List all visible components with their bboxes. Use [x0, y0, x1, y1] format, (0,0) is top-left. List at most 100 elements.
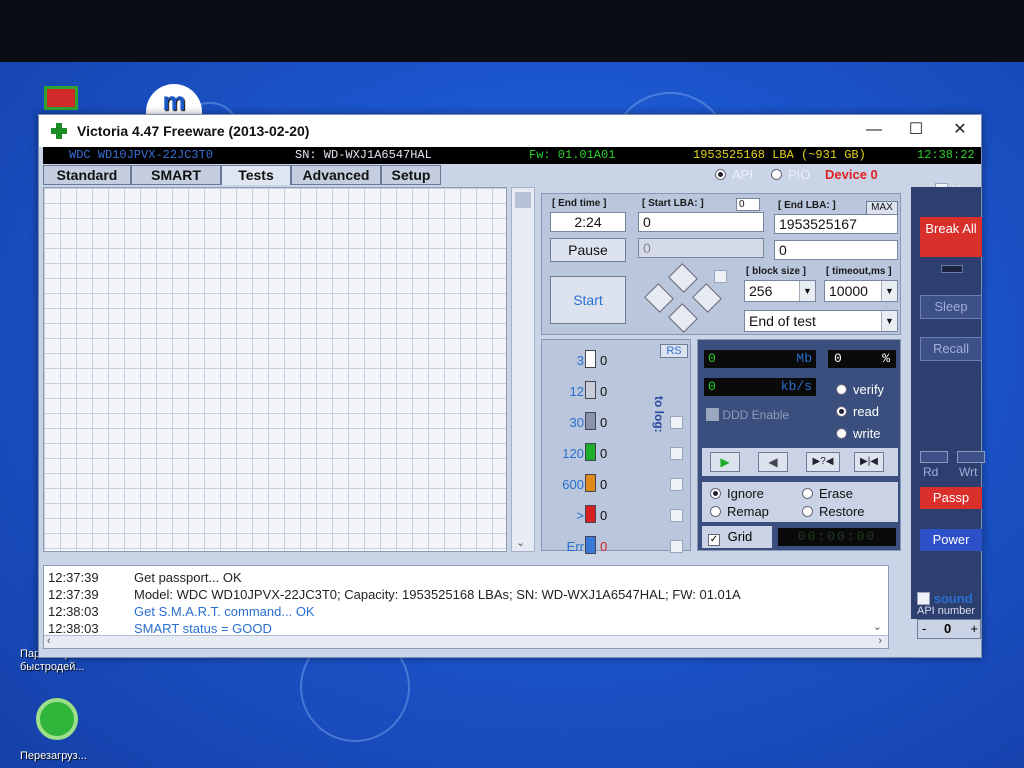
tab-smart[interactable]: SMART [131, 165, 221, 185]
log-time: 12:37:39 [48, 570, 99, 585]
sound-checkbox[interactable]: sound [917, 591, 973, 606]
maximize-button[interactable]: ☐ [901, 119, 931, 141]
pio-mode-radio[interactable]: PIO [771, 167, 810, 182]
block-size-label: [ block size ] [746, 266, 807, 277]
timeout-select[interactable]: 10000 ▼ [824, 280, 898, 302]
skip-button[interactable]: ▶?◀ [806, 452, 840, 472]
block-count: 0 [600, 539, 608, 554]
end-lba-label: [ End LBA: ] [778, 200, 836, 211]
block-color-swatch [585, 505, 596, 523]
scroll-down-icon[interactable]: ⌄ [516, 536, 525, 549]
tab-standard[interactable]: Standard [43, 165, 131, 185]
log-panel: 12:37:39 Get passport... OK 12:37:39 Model:… [43, 565, 889, 649]
log-message: SMART status = GOOD [134, 621, 272, 636]
block-timing-label: 30 [569, 415, 584, 430]
minimize-button[interactable]: — [859, 119, 889, 141]
back-button[interactable]: ◀ [758, 452, 788, 472]
end-time-label: [ End time ] [552, 198, 607, 209]
scroll-right-icon: › [878, 635, 882, 647]
log-message: Get S.M.A.R.T. command... OK [134, 604, 315, 619]
remap-radio[interactable]: Remap [710, 504, 769, 519]
to-log-label: to log: [652, 396, 666, 433]
nav-right-icon[interactable] [692, 283, 722, 313]
percent-display: 0 % [828, 350, 896, 368]
block-timing-row: 120 0 [542, 443, 612, 463]
log-hscrollbar[interactable]: ‹ › [44, 635, 888, 648]
victoria-window: Victoria 4.47 Freeware (2013-02-20) — ☐ … [38, 114, 985, 658]
nav-left-icon[interactable] [644, 283, 674, 313]
speed-display: 0 kb/s [704, 378, 816, 396]
current-lba-field: 0 [638, 238, 764, 258]
block-color-swatch [585, 350, 596, 368]
verify-radio[interactable]: verify [836, 382, 884, 397]
ignore-radio[interactable]: Ignore [710, 486, 764, 501]
pad-checkbox[interactable] [714, 270, 727, 283]
block-color-swatch [585, 474, 596, 492]
api-number-stepper[interactable]: - 0 + [917, 619, 981, 639]
to-log-checkbox[interactable] [670, 447, 683, 460]
chevron-down-icon: ▼ [881, 281, 897, 301]
restore-radio[interactable]: Restore [802, 504, 865, 519]
window-title: Victoria 4.47 Freeware (2013-02-20) [77, 123, 310, 139]
log-message: Get passport... OK [134, 570, 242, 585]
log-time: 12:37:39 [48, 587, 99, 602]
rd-indicator [920, 451, 948, 463]
start-lba-field[interactable]: 0 [638, 212, 764, 232]
chevron-down-icon: ▼ [799, 281, 815, 301]
erase-radio[interactable]: Erase [802, 486, 853, 501]
block-timing-label: 3 [576, 353, 584, 368]
to-log-checkbox[interactable] [670, 416, 683, 429]
play-button[interactable]: ▶ [710, 452, 740, 472]
drive-serial: SN: WD-WXJ1A6547HAL [295, 148, 432, 162]
break-all-button[interactable]: Break All [920, 217, 982, 257]
max-lba-button[interactable]: MAX [866, 201, 898, 215]
close-button[interactable]: ✕ [945, 119, 975, 141]
title-bar[interactable]: Victoria 4.47 Freeware (2013-02-20) — ☐ … [39, 115, 981, 147]
block-timing-row: >0 [542, 505, 612, 525]
end-action-select[interactable]: End of test ▼ [744, 310, 898, 332]
grid-checkbox[interactable]: ✓ Grid [702, 526, 772, 548]
end-time-field[interactable]: 2:24 [550, 212, 626, 232]
victoria-cross-icon [51, 123, 67, 139]
tab-tests[interactable]: Tests [221, 165, 291, 185]
api-number-label: API number [917, 605, 976, 617]
scroll-thumb[interactable] [515, 192, 531, 208]
block-timing-label: 120 [562, 446, 584, 461]
block-count: 0 [600, 384, 608, 399]
write-radio[interactable]: write [836, 426, 880, 441]
block-stats-panel: RS to log: 3 0 12 0 30 0 120 0 600 0 >0 Err 0 [541, 339, 691, 554]
power-button[interactable]: Power [920, 529, 982, 551]
block-count: 0 [600, 477, 608, 492]
block-color-swatch [585, 412, 596, 430]
start-lba-counter: 0 [736, 198, 760, 211]
start-lba-label: [ Start LBA: ] [642, 198, 704, 209]
read-radio[interactable]: read [836, 404, 879, 419]
nav-down-icon[interactable] [668, 303, 698, 333]
to-log-checkbox[interactable] [670, 540, 683, 553]
sleep-button[interactable]: Sleep [920, 295, 982, 319]
block-size-select[interactable]: 256 ▼ [744, 280, 816, 302]
tab-setup[interactable]: Setup [381, 165, 441, 185]
rs-button[interactable]: RS [660, 344, 688, 358]
start-button[interactable]: Start [550, 276, 626, 324]
grid-scrollbar[interactable]: ⌄ [511, 187, 535, 552]
drive-capacity: 1953525168 LBA (~931 GB) [693, 148, 866, 162]
wrt-indicator [957, 451, 985, 463]
end-button[interactable]: ▶|◀ [854, 452, 884, 472]
api-mode-radio[interactable]: API [715, 167, 753, 182]
to-log-checkbox[interactable] [670, 478, 683, 491]
ddd-enable-checkbox[interactable]: DDD Enable [706, 408, 789, 422]
end-lba-field[interactable]: 1953525167 [774, 214, 898, 234]
pause-button[interactable]: Pause [550, 238, 626, 262]
to-log-checkbox[interactable] [670, 509, 683, 522]
log-time: 12:38:03 [48, 604, 99, 619]
log-message: Model: WDC WD10JPVX-22JC3T0; Capacity: 1… [134, 587, 741, 602]
block-timing-label: > [576, 508, 584, 523]
block-timing-row: 600 0 [542, 474, 612, 494]
tab-advanced[interactable]: Advanced [291, 165, 381, 185]
scroll-down-icon[interactable]: ⌄ [873, 620, 882, 633]
recall-button[interactable]: Recall [920, 337, 982, 361]
passp-button[interactable]: Passp [920, 487, 982, 509]
drive-firmware: Fw: 01.01A01 [529, 148, 616, 162]
nav-up-icon[interactable] [668, 263, 698, 293]
